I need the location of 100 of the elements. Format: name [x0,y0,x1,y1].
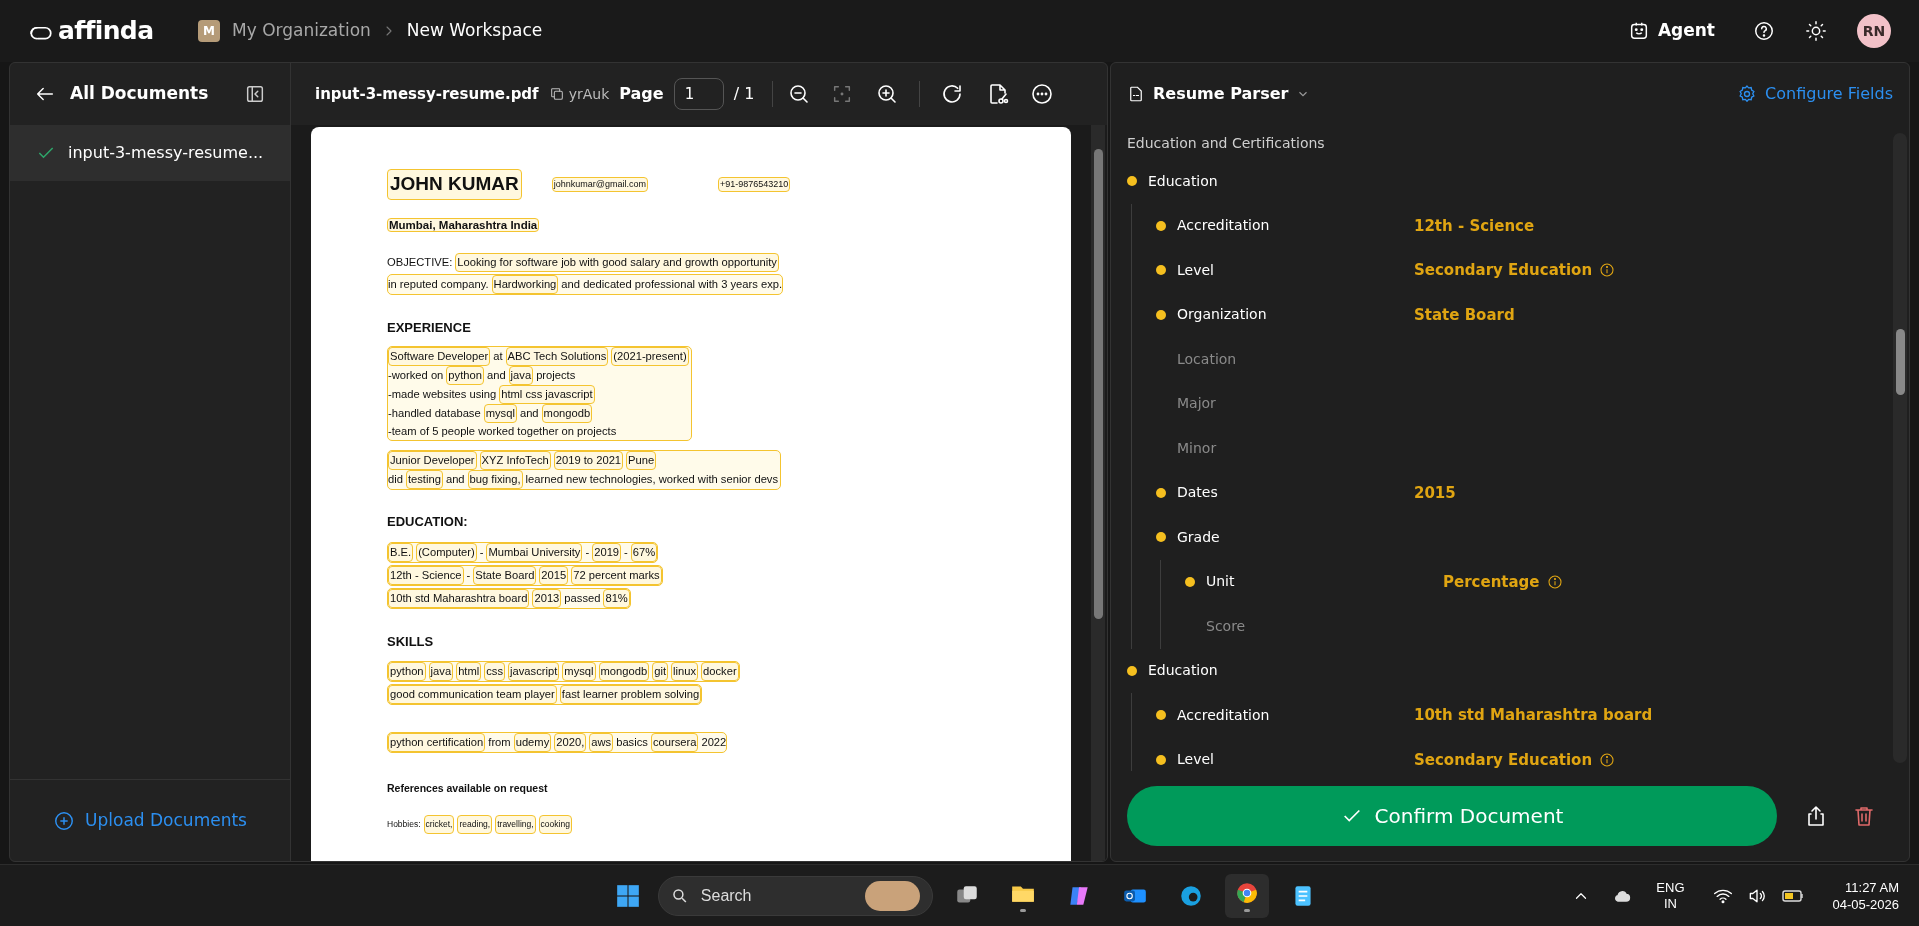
resume-text: did [388,472,403,488]
resume-text: from [488,735,511,751]
search-highlight-picture [864,881,920,911]
section-heading: EXPERIENCE [387,318,472,337]
extracted-text: 81% [603,588,630,608]
field-label: Level [1177,260,1215,280]
field-label: Level [1177,750,1215,770]
extracted-text: Mumbai University [486,542,583,562]
search-field[interactable]: Search [658,876,933,916]
extracted-text: java [508,366,534,386]
extracted-text: B.E. [388,542,414,562]
extracted-text: XYZ InfoTech [479,451,551,471]
extracted-text: JOHN KUMAR [387,169,522,200]
extracted-text: 67% [630,542,658,562]
resume-text: - [466,567,471,583]
extracted-text: 2013 [532,588,562,608]
extracted-text: aws [589,733,614,753]
extracted-text: linux [671,662,699,682]
confirm-document-button[interactable]: Confirm Document [1127,786,1777,846]
extracted-text: 2019 [592,542,622,562]
field-label: Location [1177,349,1238,369]
resume-text: and [445,472,465,488]
extracted-text: python certification [388,733,486,753]
field-value[interactable]: Secondary Education [1414,748,1593,771]
chrome-icon[interactable] [1225,874,1269,918]
field-label: Grade [1177,527,1221,547]
more-options-icon[interactable] [1030,82,1055,106]
extracted-text: coursera [650,733,699,753]
extracted-text: 2020, [554,733,587,753]
logo-text: affinda [58,15,154,48]
extracted-text: 2015 [539,565,569,585]
scrollbar[interactable] [1893,133,1907,763]
clock-time[interactable]: 11:27 AM [1845,878,1899,896]
help-icon[interactable] [1753,20,1775,42]
region-indicator[interactable]: IN [1663,895,1677,912]
upload-documents-link[interactable]: Upload Documents [53,807,247,834]
extracted-text: Hardworking [491,274,559,294]
extracted-text: python [446,366,484,386]
field-label: Major [1177,394,1217,414]
field-value[interactable]: Secondary Education [1414,259,1593,282]
breadcrumb-link[interactable]: My Organization [232,18,371,44]
sun-icon[interactable] [1805,20,1827,42]
resume-text: in reputed company. [388,276,489,292]
resume-text: - [624,544,628,560]
delete-icon[interactable] [1852,804,1876,828]
extracted-text: udemy [513,733,552,753]
collapse-sidebar-icon[interactable] [244,83,266,105]
parser-dropdown[interactable]: Resume Parser [1127,82,1311,106]
scrollbar-thumb[interactable] [1895,329,1905,395]
field-value[interactable]: 12th - Science [1414,214,1535,237]
document-id: yrAuk [568,84,610,104]
scrollbar[interactable] [1091,125,1105,861]
extracted-text: html [456,662,482,682]
configure-fields-link[interactable]: Configure Fields [1737,82,1893,106]
extracted-text: cricket, [423,815,455,834]
extracted-text: +91-9876543210 [717,176,791,192]
extracted-text: Pune [626,451,657,471]
document-item[interactable]: input-3-messy-resume... [10,125,290,181]
field-label: Education [1148,171,1219,191]
field-value[interactable]: Percentage [1443,570,1540,593]
extracted-text: travelling, [495,815,536,834]
field-label: Education [1148,661,1219,681]
scrollbar-thumb[interactable] [1093,149,1103,619]
resume-text: learned new technologies, worked with senior devs [525,472,779,488]
field-value[interactable]: State Board [1414,303,1515,326]
field-label: Accreditation [1177,705,1271,725]
extracted-text: mysql [483,404,517,424]
references-note: References available on request [387,781,549,797]
breadcrumb-link[interactable]: New Workspace [406,18,543,44]
page-input[interactable]: 1 [673,78,724,110]
language-indicator[interactable]: ENG [1656,879,1685,896]
resume-text: 2022 [701,735,727,751]
plus-circle-icon [53,809,76,832]
extracted-text: State Board [473,565,537,585]
section-heading: SKILLS [387,632,435,651]
field-value[interactable]: 2015 [1414,481,1456,504]
org-avatar: M [198,20,220,42]
copy-icon[interactable] [548,86,565,102]
search-input[interactable]: Search [700,884,841,908]
extracted-text: 72 percent marks [571,565,662,585]
resume-text: OBJECTIVE: [387,254,453,270]
extracted-text: 12th - Science [388,565,464,585]
agent-button[interactable]: Agent [1627,18,1715,44]
extracted-text: (Computer) [416,542,477,562]
extracted-text: Mumbai, Maharashtra India [387,217,540,232]
user-avatar[interactable]: RN [1857,14,1891,48]
field-label: Organization [1177,305,1268,325]
field-value[interactable]: 10th std Maharashtra board [1414,704,1653,727]
file-name: input-3-messy-resume.pdf [315,83,539,105]
extracted-text: bug fixing, [467,470,523,490]
panel-title: All Documents [70,82,209,106]
clock-date[interactable]: 04-05-2026 [1832,895,1899,913]
extracted-text: good communication team player [388,685,557,705]
extracted-text: cooking [538,815,572,834]
extracted-text: reading, [457,815,493,834]
field-label: Unit [1206,572,1236,592]
section-title: Education and Certifications [1127,134,1326,153]
field-label: Accreditation [1177,216,1271,236]
extracted-text: mysql [562,662,596,682]
resume-text: and [519,406,539,422]
